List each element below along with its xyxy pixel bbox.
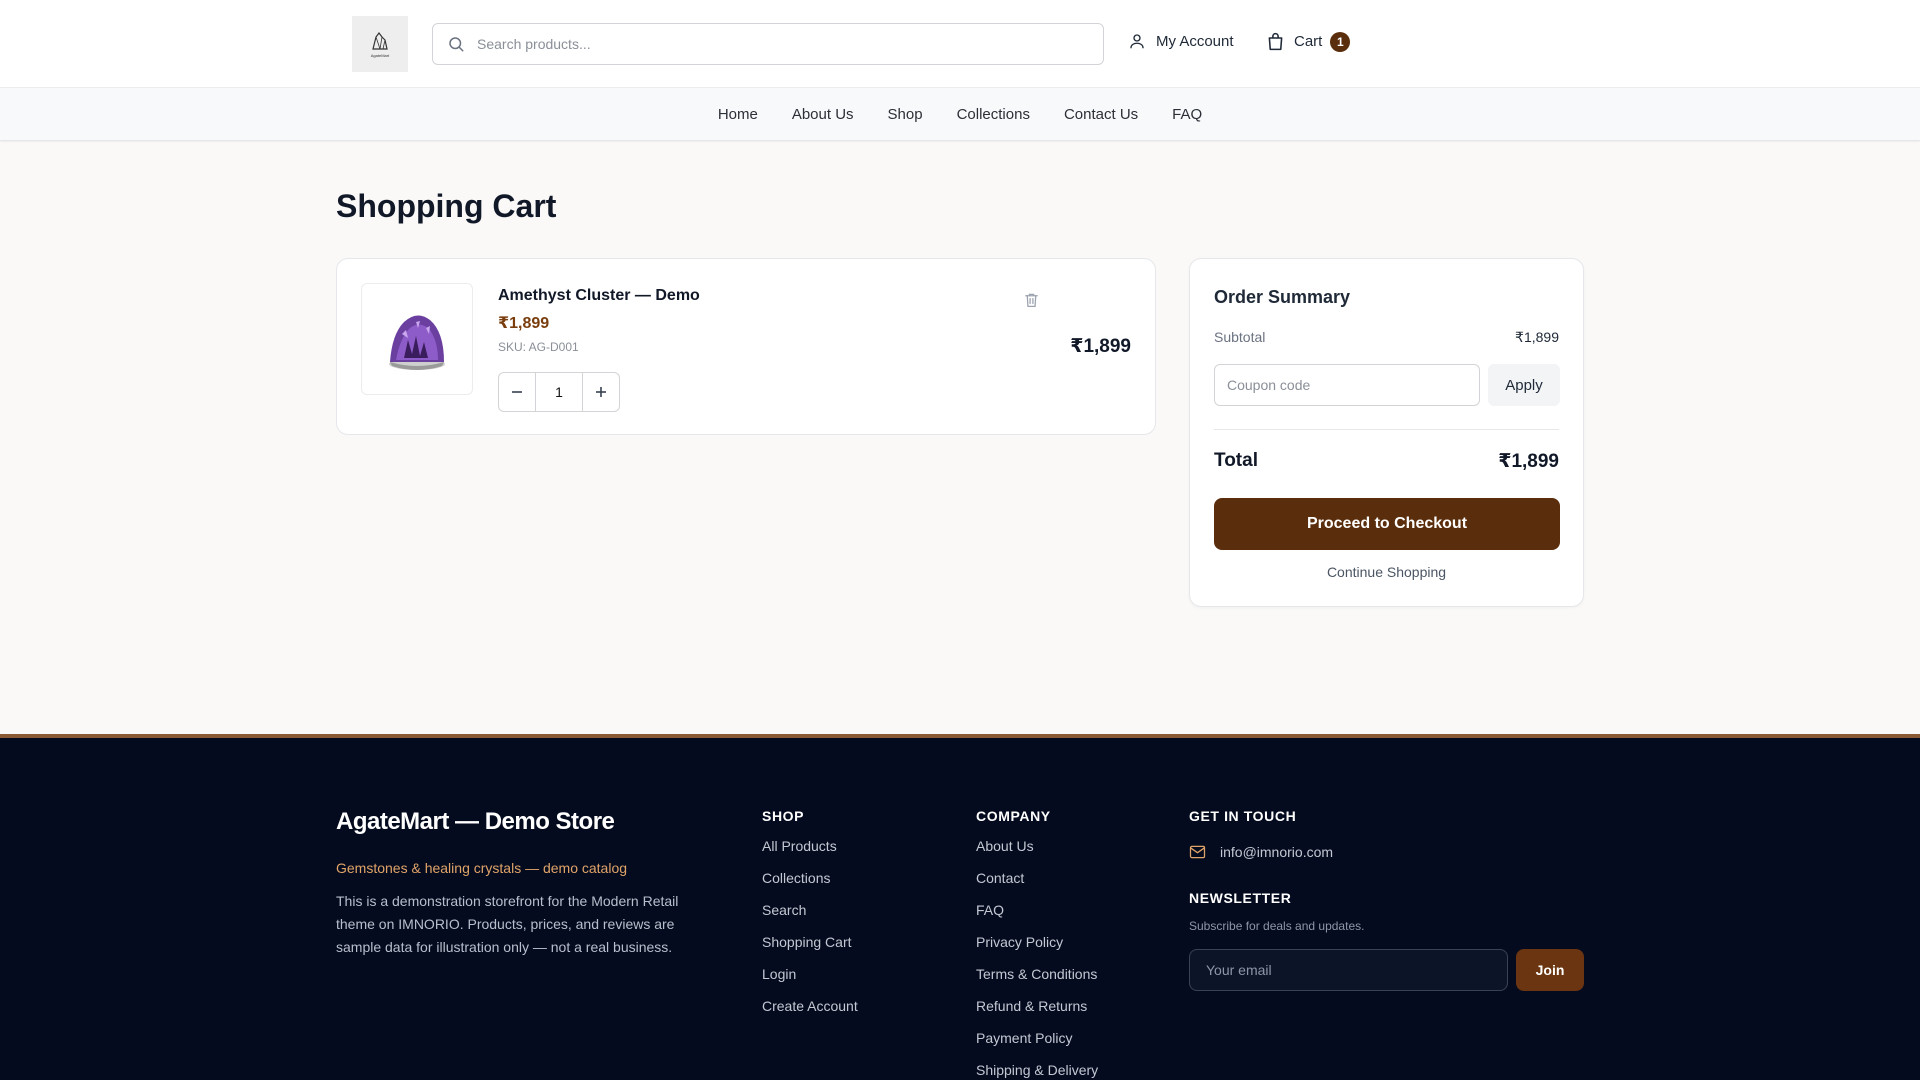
- footer-company-heading: COMPANY: [976, 808, 1051, 824]
- cart-item-card: Amethyst Cluster — Demo ₹1,899 SKU: AG-D…: [336, 258, 1156, 435]
- crystal-logo-icon: [372, 31, 388, 50]
- proceed-to-checkout-button[interactable]: Proceed to Checkout: [1214, 498, 1560, 550]
- order-summary-card: Order Summary Subtotal ₹1,899 Apply Tota…: [1189, 258, 1584, 607]
- nav-shop[interactable]: Shop: [888, 106, 923, 123]
- footer-link-about-us[interactable]: About Us: [976, 837, 1098, 869]
- footer-link-payment-policy[interactable]: Payment Policy: [976, 1029, 1098, 1061]
- footer-link-shipping-delivery[interactable]: Shipping & Delivery: [976, 1061, 1098, 1080]
- order-summary-title: Order Summary: [1214, 287, 1351, 307]
- quantity-decrease-button[interactable]: [499, 373, 535, 411]
- mail-icon: [1189, 845, 1206, 859]
- trash-icon: [1025, 293, 1038, 308]
- newsletter-subtitle: Subscribe for deals and updates.: [1189, 919, 1365, 933]
- site-header: AgateMart My Account Cart 1: [0, 0, 1920, 88]
- quantity-increase-button[interactable]: [583, 373, 619, 411]
- product-name[interactable]: Amethyst Cluster — Demo: [498, 287, 700, 305]
- footer-link-create-account[interactable]: Create Account: [762, 997, 858, 1029]
- footer-link-contact[interactable]: Contact: [976, 869, 1098, 901]
- footer-brand: AgateMart — Demo Store: [336, 808, 615, 835]
- nav-home[interactable]: Home: [718, 106, 758, 123]
- site-footer: AgateMart — Demo Store Gemstones & heali…: [0, 734, 1920, 1080]
- footer-link-refund-returns[interactable]: Refund & Returns: [976, 997, 1098, 1029]
- amethyst-cluster-image: [389, 315, 445, 370]
- main-nav: Home About Us Shop Collections Contact U…: [0, 88, 1920, 123]
- footer-tagline: Gemstones & healing crystals — demo cata…: [336, 860, 628, 876]
- newsletter-heading: NEWSLETTER: [1189, 890, 1292, 906]
- footer-link-all-products[interactable]: All Products: [762, 837, 858, 869]
- product-thumbnail[interactable]: [361, 283, 473, 395]
- newsletter-join-button[interactable]: Join: [1516, 949, 1584, 991]
- my-account-label: My Account: [1156, 32, 1234, 50]
- footer-link-collections[interactable]: Collections: [762, 869, 858, 901]
- nav-about-us[interactable]: About Us: [792, 106, 854, 123]
- coupon-code-input[interactable]: [1214, 364, 1480, 406]
- total-label: Total: [1214, 450, 1258, 471]
- footer-link-login[interactable]: Login: [762, 965, 858, 997]
- footer-link-terms[interactable]: Terms & Conditions: [976, 965, 1098, 997]
- cart-link[interactable]: Cart 1: [1265, 31, 1351, 52]
- search-box[interactable]: [432, 23, 1104, 65]
- remove-item-button[interactable]: [1023, 291, 1040, 312]
- user-icon: [1130, 34, 1144, 49]
- logo-text: AgateMart: [370, 52, 390, 58]
- my-account-link[interactable]: My Account: [1128, 32, 1234, 50]
- plus-icon: [596, 387, 606, 397]
- subtotal-label: Subtotal: [1214, 329, 1266, 345]
- footer-description: This is a demonstration storefront for t…: [336, 893, 679, 955]
- footer-link-privacy-policy[interactable]: Privacy Policy: [976, 933, 1098, 965]
- product-price: ₹1,899: [498, 315, 550, 332]
- footer-company-column: COMPANY About Us Contact FAQ Privacy Pol…: [976, 808, 1098, 1080]
- footer-contact-column: GET IN TOUCH: [1189, 808, 1296, 837]
- search-icon: [449, 37, 464, 52]
- nav-contact-us[interactable]: Contact Us: [1064, 106, 1138, 123]
- cart-label: Cart: [1294, 33, 1323, 50]
- summary-divider: [1214, 429, 1559, 430]
- continue-shopping-link[interactable]: Continue Shopping: [1190, 564, 1583, 580]
- footer-link-shopping-cart[interactable]: Shopping Cart: [762, 933, 858, 965]
- shopping-bag-icon: [1268, 32, 1283, 51]
- footer-contact-heading: GET IN TOUCH: [1189, 808, 1297, 824]
- quantity-value[interactable]: 1: [535, 373, 583, 411]
- product-sku: SKU: AG-D001: [498, 340, 579, 354]
- nav-collections[interactable]: Collections: [957, 106, 1030, 123]
- store-logo[interactable]: AgateMart: [352, 16, 408, 72]
- newsletter-email-input[interactable]: [1189, 949, 1508, 991]
- minus-icon: [512, 391, 522, 393]
- footer-email: info@imnorio.com: [1220, 844, 1334, 860]
- total-value: ₹1,899: [1498, 451, 1559, 472]
- page-title: Shopping Cart: [336, 188, 557, 224]
- footer-link-faq[interactable]: FAQ: [976, 901, 1098, 933]
- footer-shop-heading: SHOP: [762, 808, 805, 824]
- footer-shop-column: SHOP All Products Collections Search Sho…: [762, 808, 858, 1029]
- cart-count-badge: 1: [1330, 31, 1351, 52]
- footer-email-link[interactable]: info@imnorio.com: [1189, 844, 1333, 860]
- nav-faq[interactable]: FAQ: [1172, 106, 1202, 123]
- quantity-stepper: 1: [498, 372, 620, 412]
- main-nav-bar: Home About Us Shop Collections Contact U…: [0, 88, 1920, 141]
- footer-link-search[interactable]: Search: [762, 901, 858, 933]
- line-total: ₹1,899: [1070, 336, 1131, 357]
- subtotal-value: ₹1,899: [1515, 329, 1559, 345]
- apply-coupon-button[interactable]: Apply: [1488, 364, 1560, 406]
- search-input[interactable]: [477, 24, 1087, 64]
